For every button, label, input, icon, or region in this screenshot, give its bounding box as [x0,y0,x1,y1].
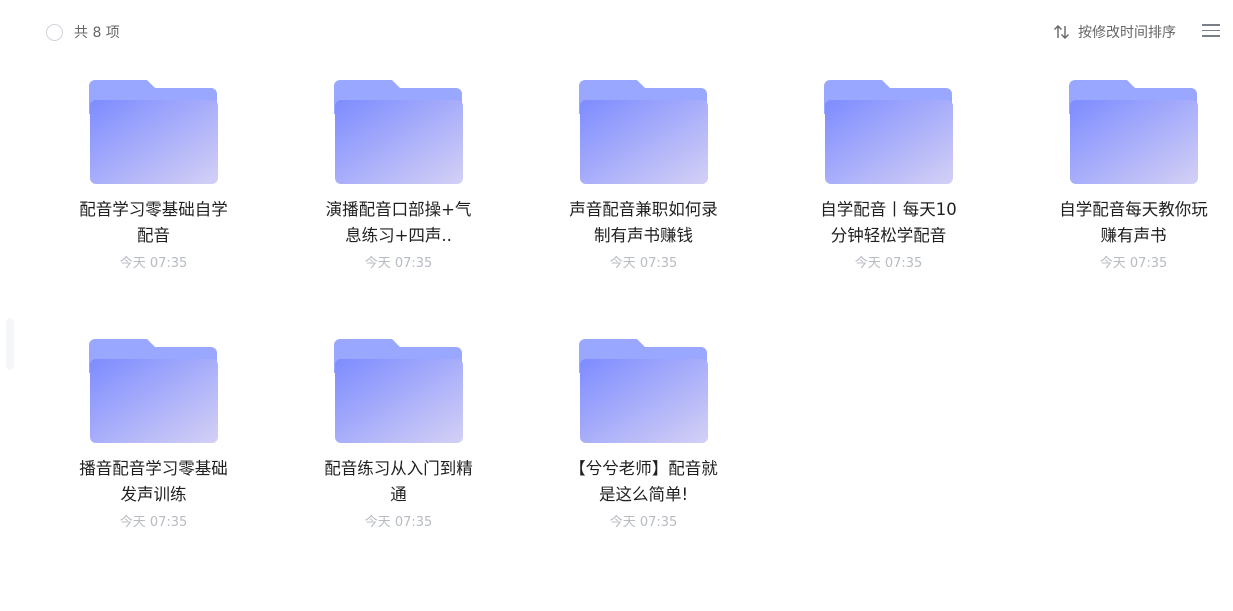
item-count: 共 8 项 [74,25,120,41]
folder-name: 配音练习从入门到精通 [324,459,473,504]
folder-modified-time: 今天 07:35 [1099,256,1168,271]
folder-modified-time: 今天 07:35 [854,256,923,271]
folder-name: 自学配音丨每天10分钟轻松学配音 [820,200,957,245]
folder-item[interactable]: 配音练习从入门到精通 今天 07:35 [276,335,521,594]
folder-item[interactable]: 声音配音兼职如何录制有声书赚钱 今天 07:35 [521,76,766,335]
folder-name: 声音配音兼职如何录制有声书赚钱 [569,200,718,245]
folder-item[interactable]: 自学配音每天教你玩赚有声书 今天 07:35 [1011,76,1233,335]
folder-modified-time: 今天 07:35 [364,256,433,271]
folder-modified-time: 今天 07:35 [609,256,678,271]
sort-label: 按修改时间排序 [1078,25,1176,41]
folder-modified-time: 今天 07:35 [364,515,433,530]
folder-modified-time: 今天 07:35 [119,515,188,530]
list-view-menu-icon[interactable] [1202,24,1220,38]
folder-name: 自学配音每天教你玩赚有声书 [1059,200,1208,245]
folder-icon [578,80,708,184]
select-all-checkbox[interactable]: 共 8 项 [46,22,120,42]
checkbox-circle-icon[interactable] [46,23,63,41]
file-grid: 配音学习零基础自学配音 今天 07:35 演播配音口部操+气息练习+四声.. 今… [31,76,1233,594]
sort-button[interactable]: 按修改时间排序 [1053,22,1176,42]
folder-name: 播音配音学习零基础发声训练 [79,459,228,504]
toolbar: 共 8 项 按修改时间排序 [0,0,1233,64]
folder-modified-time: 今天 07:35 [119,256,188,271]
folder-icon [578,339,708,443]
folder-name: 配音学习零基础自学配音 [79,200,228,245]
folder-name: 【兮兮老师】配音就是这么简单! [569,459,718,504]
folder-item[interactable]: 播音配音学习零基础发声训练 今天 07:35 [31,335,276,594]
folder-modified-time: 今天 07:35 [609,515,678,530]
side-drag-handle[interactable] [6,318,14,370]
folder-name: 演播配音口部操+气息练习+四声.. [325,200,472,245]
folder-icon [88,80,218,184]
folder-icon [88,339,218,443]
sort-arrows-icon [1054,25,1069,39]
folder-icon [333,339,463,443]
folder-icon [333,80,463,184]
folder-item[interactable]: 演播配音口部操+气息练习+四声.. 今天 07:35 [276,76,521,335]
folder-icon [1068,80,1198,184]
folder-item[interactable]: 自学配音丨每天10分钟轻松学配音 今天 07:35 [766,76,1011,335]
folder-item[interactable]: 【兮兮老师】配音就是这么简单! 今天 07:35 [521,335,766,594]
folder-icon [823,80,953,184]
folder-item[interactable]: 配音学习零基础自学配音 今天 07:35 [31,76,276,335]
